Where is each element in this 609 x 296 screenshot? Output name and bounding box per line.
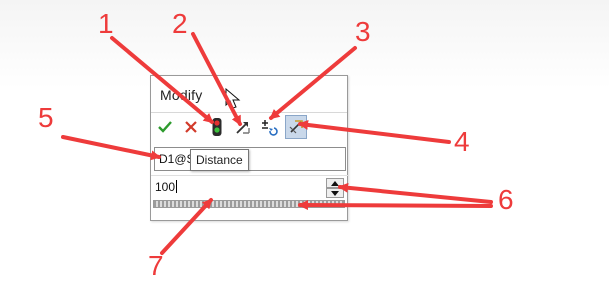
rebuild-button[interactable] xyxy=(206,115,228,139)
reset-spin-increment-icon xyxy=(262,120,278,136)
reverse-direction-icon xyxy=(236,122,250,134)
reset-spin-increment-button[interactable] xyxy=(258,115,280,139)
callout-label-2: 2 xyxy=(172,8,188,39)
traffic-light-icon xyxy=(212,118,222,136)
mark-dimension-button[interactable] xyxy=(285,115,307,139)
callout-label-3: 3 xyxy=(355,16,371,47)
distance-tooltip: Distance xyxy=(190,149,249,171)
chevron-up-icon xyxy=(331,180,339,186)
thumbwheel-slider[interactable] xyxy=(153,200,345,208)
ok-button[interactable] xyxy=(154,115,176,139)
dialog-title: Modify xyxy=(160,87,203,103)
mark-dimension-icon xyxy=(289,120,303,134)
callout-label-4: 4 xyxy=(454,126,470,157)
x-icon xyxy=(185,121,197,133)
callout-label-6: 6 xyxy=(498,184,514,215)
reverse-direction-button[interactable] xyxy=(232,115,254,139)
mouse-cursor-icon xyxy=(225,88,241,109)
spin-up-button[interactable] xyxy=(326,178,344,188)
spin-down-button[interactable] xyxy=(326,188,344,198)
text-caret xyxy=(176,180,178,193)
toolbar xyxy=(154,115,346,139)
checkmark-icon xyxy=(158,121,172,133)
callout-label-7: 7 xyxy=(148,250,164,281)
title-separator xyxy=(151,112,347,113)
arrow-6a xyxy=(338,182,493,204)
dimension-name-field[interactable]: D1@S xyxy=(154,147,346,171)
modify-dialog: Modify D1@S Distance 100 xyxy=(150,75,349,221)
spin-box xyxy=(326,178,344,198)
cancel-button[interactable] xyxy=(180,115,202,139)
arrow-5 xyxy=(61,135,161,161)
callout-label-1: 1 xyxy=(98,8,114,39)
value-field[interactable]: 100 xyxy=(151,175,349,199)
chevron-down-icon xyxy=(331,190,339,196)
callout-label-5: 5 xyxy=(38,102,54,133)
value-text: 100 xyxy=(155,180,178,194)
